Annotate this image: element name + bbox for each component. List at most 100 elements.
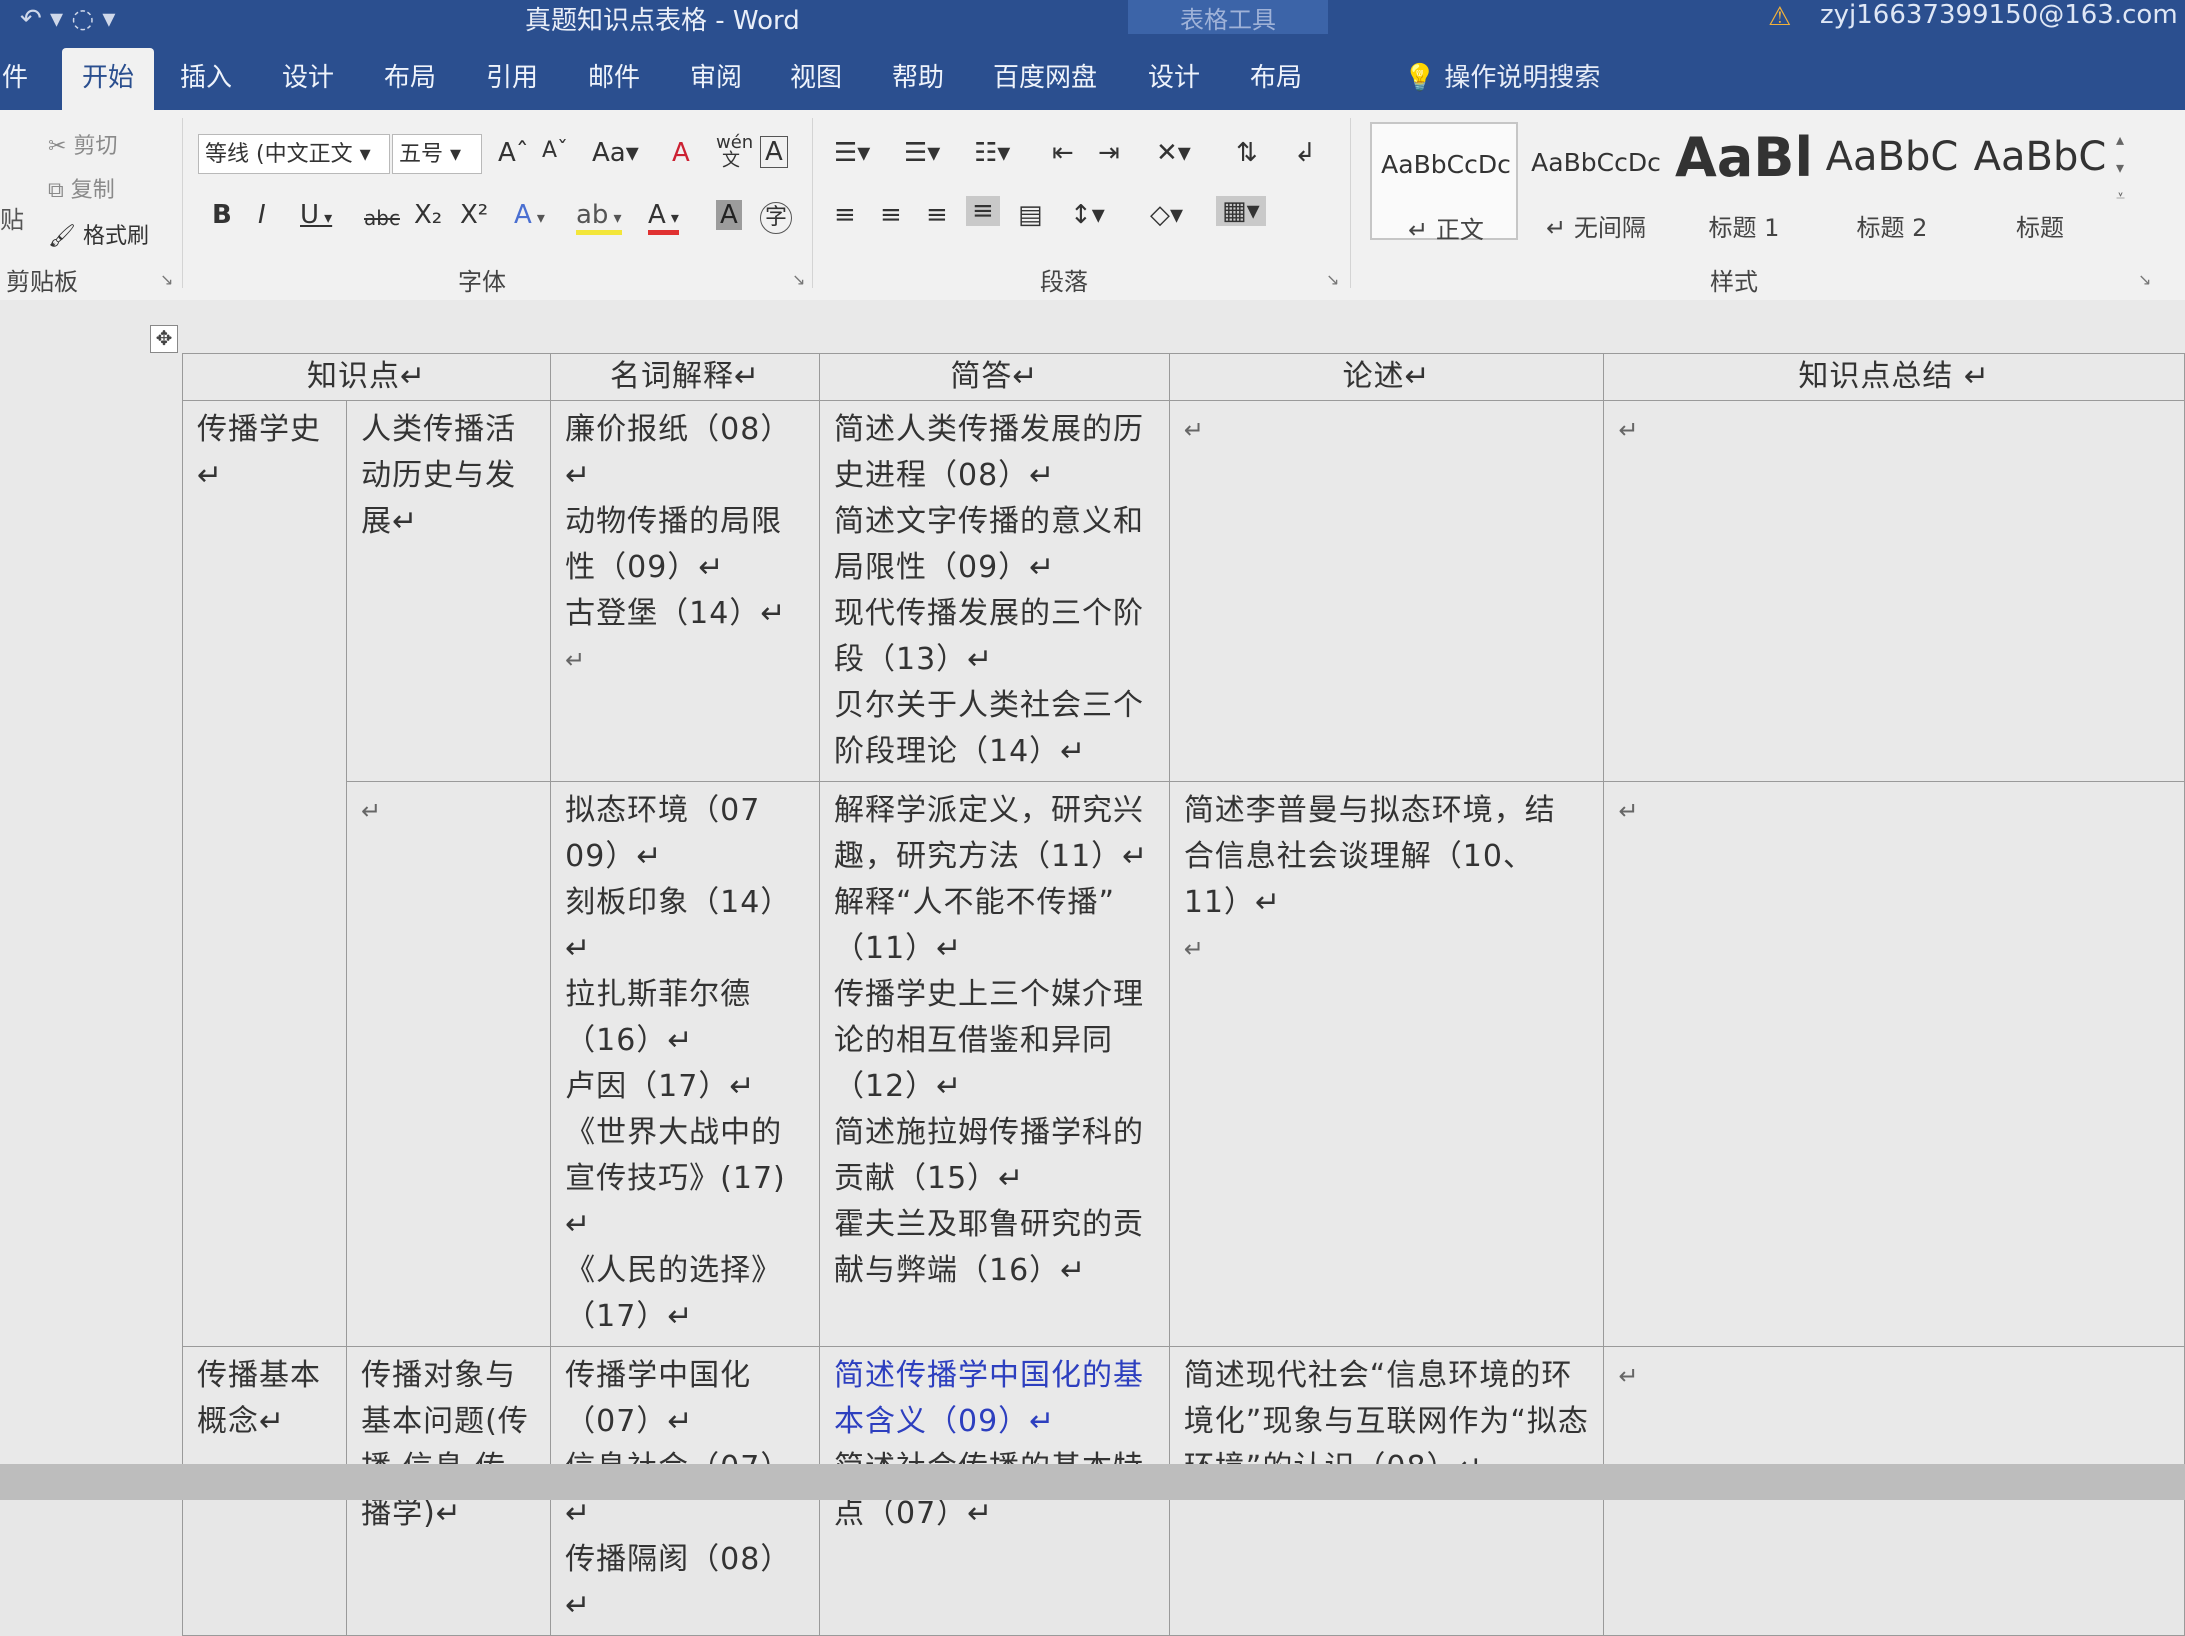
summary-cell[interactable]: ↵ (1603, 781, 2185, 1347)
subtopic-cell[interactable]: ↵ (346, 781, 552, 1347)
align-right-icon[interactable]: ≡ (926, 200, 948, 230)
underline-button[interactable]: U ▾ (300, 200, 332, 230)
tab-help[interactable]: 帮助 (884, 48, 952, 110)
style-heading-2[interactable]: AaBbC 标题 2 (1818, 122, 1966, 242)
font-size-combo[interactable]: 五号 ▾ (392, 134, 482, 174)
style-title[interactable]: AaBbC 标题 (1966, 122, 2114, 242)
sort-icon[interactable]: ⇅ (1236, 138, 1258, 168)
styles-scroll-icon[interactable]: ▴ ▾ ⩡ (2116, 126, 2125, 210)
header-essay[interactable]: 论述↵ (1168, 353, 1605, 401)
font-color-button[interactable]: A ▾ (648, 200, 679, 235)
highlight-button[interactable]: ab ▾ (576, 200, 622, 235)
tab-baidu-netdisk[interactable]: 百度网盘 (990, 48, 1100, 110)
header-summary[interactable]: 知识点总结 ↵ (1603, 353, 2185, 401)
font-color-label: A (648, 200, 666, 230)
table-move-handle-icon[interactable]: ✥ (150, 325, 178, 353)
category-cell-continued[interactable] (181, 781, 348, 1347)
quick-access-toolbar[interactable]: ↶ ▾ ◌ ▾ (20, 4, 115, 34)
italic-button[interactable]: I (258, 200, 266, 230)
tab-mailings[interactable]: 邮件 (580, 48, 648, 110)
short-answer-line: 贡献（15）↵ (834, 1161, 1025, 1196)
subtopic-line: 传播对象与 (361, 1358, 517, 1393)
tab-design[interactable]: 设计 (274, 48, 342, 110)
distributed-icon[interactable]: ▤ (1018, 200, 1043, 230)
borders-icon[interactable]: ▦▾ (1216, 196, 1266, 226)
align-left-icon[interactable]: ≡ (834, 200, 856, 230)
short-answer-line: 简述文字传播的意义和 (834, 504, 1144, 539)
account-name[interactable]: zyj16637399150@163.com (1820, 0, 2178, 30)
terms-cell[interactable]: 拟态环境（07 09）↵ 刻板印象（14）↵ 拉扎斯菲尔德 （16）↵ 卢因（1… (550, 781, 820, 1347)
tab-layout[interactable]: 布局 (376, 48, 444, 110)
category-cell[interactable]: 传播学史↵ (181, 400, 348, 782)
term-line: 宣传技巧》(17) ↵ (565, 1161, 786, 1242)
character-border-button[interactable]: A (760, 136, 788, 168)
show-marks-icon[interactable]: ↲ (1294, 138, 1316, 168)
grow-font-button[interactable]: Aˆ (498, 138, 529, 168)
subtopic-line: 基本问题(传 (361, 1404, 529, 1439)
justify-icon[interactable]: ≡ (966, 196, 1000, 226)
chinese-layout-icon[interactable]: ✕▾ (1156, 138, 1191, 168)
phonetic-guide-button[interactable]: wén文 (716, 134, 753, 170)
terms-cell[interactable]: 廉价报纸（08）↵ 动物传播的局限 性（09）↵ 古登堡（14）↵ ↵ (550, 400, 820, 782)
short-answer-cell[interactable]: 解释学派定义，研究兴 趣，研究方法（11）↵ 解释“人不能不传播” （11）↵ … (819, 781, 1170, 1347)
character-shading-button[interactable]: A (716, 200, 742, 230)
align-center-icon[interactable]: ≡ (880, 200, 902, 230)
header-knowledge-point[interactable]: 知识点↵ (181, 353, 552, 401)
paragraph-launcher-icon[interactable]: ↘ (1326, 270, 1339, 289)
subtopic-line: 展↵ (361, 504, 419, 539)
numbering-icon[interactable]: ☰▾ (904, 138, 940, 168)
copy-button[interactable]: ⧉ 复制 (48, 172, 115, 204)
essay-cell[interactable]: ↵ (1168, 400, 1605, 782)
scissors-icon: ✂ (48, 134, 67, 159)
short-answer-line: 献与弊端（16）↵ (834, 1253, 1087, 1288)
summary-cell[interactable]: ↵ (1603, 400, 2185, 782)
subscript-button[interactable]: X₂ (414, 200, 442, 230)
decrease-indent-icon[interactable]: ⇤ (1052, 138, 1074, 168)
tab-view[interactable]: 视图 (782, 48, 850, 110)
clipboard-launcher-icon[interactable]: ↘ (160, 270, 173, 289)
style-heading-1[interactable]: AaBl 标题 1 (1670, 122, 1818, 242)
tab-table-layout[interactable]: 布局 (1242, 48, 1310, 110)
style-no-spacing[interactable]: AaBbCcDc ↵ 无间隔 (1522, 122, 1670, 242)
change-case-button[interactable]: Aa▾ (592, 138, 639, 168)
essay-cell[interactable]: 简述李普曼与拟态环境，结 合信息社会谈理解（10、11）↵ ↵ (1168, 781, 1605, 1347)
clear-formatting-button[interactable]: A (672, 138, 690, 168)
bullets-icon[interactable]: ☰▾ (834, 138, 870, 168)
term-line: 传播学中国化 (565, 1358, 752, 1393)
styles-launcher-icon[interactable]: ↘ (2138, 270, 2151, 289)
tab-insert[interactable]: 插入 (172, 48, 240, 110)
header-short-answer[interactable]: 简答↵ (819, 353, 1170, 401)
short-answer-cell[interactable]: 简述人类传播发展的历 史进程（08）↵ 简述文字传播的意义和 局限性（09）↵ … (819, 400, 1170, 782)
shrink-font-button[interactable]: Aˇ (542, 138, 568, 163)
shading-icon[interactable]: ◇▾ (1150, 200, 1183, 230)
format-painter-button[interactable]: 🖌 格式刷 (48, 218, 149, 250)
tab-home[interactable]: 开始 (62, 48, 154, 110)
paste-button[interactable]: 贴 (0, 200, 24, 235)
strikethrough-button[interactable]: abc (364, 206, 400, 230)
tab-table-design[interactable]: 设计 (1140, 48, 1208, 110)
text-effects-button[interactable]: A ▾ (514, 200, 545, 230)
style-title-name: 标题 (2016, 214, 2064, 242)
superscript-button[interactable]: X² (460, 200, 488, 230)
style-normal[interactable]: AaBbCcDc ↵ 正文 (1370, 122, 1518, 244)
tab-file[interactable]: 件 (0, 48, 30, 110)
header-term-explanation[interactable]: 名词解释↵ (550, 353, 820, 401)
paragraph-mark: ↵ (565, 646, 587, 674)
tell-me-search[interactable]: 💡 操作说明搜索 (1352, 48, 1652, 110)
term-line: 动物传播的局限 (565, 504, 783, 539)
highlight-label: ab (576, 200, 609, 230)
font-name-combo[interactable]: 等线 (中文正文 ▾ (198, 134, 390, 174)
underline-label: U (300, 200, 320, 230)
subtopic-cell[interactable]: 人类传播活 动历史与发 展↵ (346, 400, 552, 782)
bold-button[interactable]: B (212, 200, 232, 230)
ribbon-home: 贴 ✂ 剪切 ⧉ 复制 🖌 格式刷 剪贴板 ↘ 等线 (中文正文 ▾ 五号 ▾ … (0, 110, 2185, 301)
font-launcher-icon[interactable]: ↘ (792, 270, 805, 289)
tab-review[interactable]: 审阅 (682, 48, 750, 110)
enclose-characters-button[interactable]: 字 (760, 202, 792, 234)
cut-button[interactable]: ✂ 剪切 (48, 128, 117, 160)
multilevel-list-icon[interactable]: ☷▾ (974, 138, 1010, 168)
tab-references[interactable]: 引用 (478, 48, 546, 110)
warning-icon[interactable]: ⚠ (1768, 2, 1791, 32)
increase-indent-icon[interactable]: ⇥ (1098, 138, 1120, 168)
line-spacing-icon[interactable]: ↕▾ (1070, 200, 1105, 230)
